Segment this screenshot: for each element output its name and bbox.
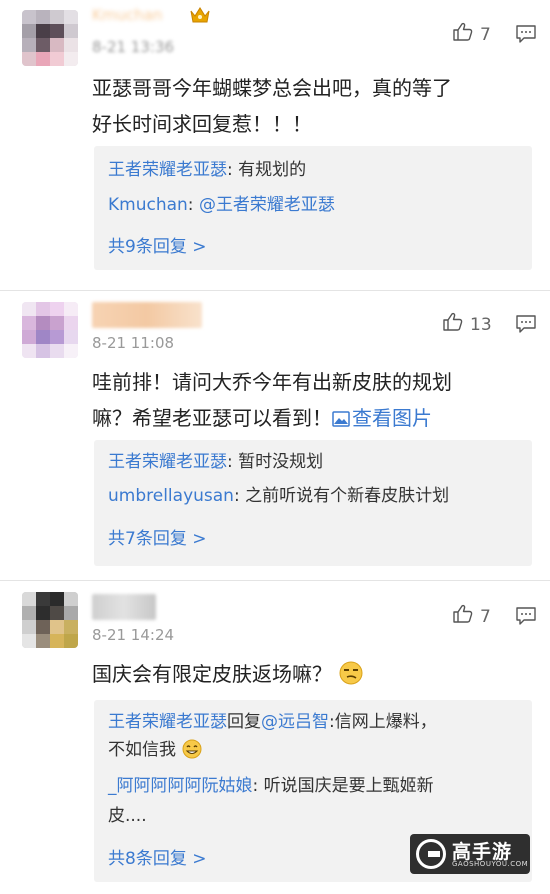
more-replies-link[interactable]: 共7条回复 >	[108, 524, 206, 549]
like-button[interactable]: 7	[452, 22, 491, 47]
sub-comment: 王者荣耀老亚瑟: 有规划的	[108, 160, 307, 180]
thumbs-up-icon	[452, 604, 474, 629]
sub-comment: Kmuchan: @王者荣耀老亚瑟	[108, 195, 335, 215]
sub-comment: 皮....	[108, 806, 147, 826]
sub-comment-author[interactable]: _阿阿阿阿阿阮姑娘	[108, 776, 253, 796]
username[interactable]: Kmuchan	[92, 6, 162, 24]
mention-link[interactable]: @远吕智	[261, 712, 329, 732]
thumbs-up-icon	[442, 312, 464, 337]
sub-comment-author[interactable]: 王者荣耀老亚瑟	[108, 452, 227, 472]
view-image-link[interactable]: 查看图片	[332, 406, 432, 430]
comment-text-line: 亚瑟哥哥今年蝴蝶梦总会出吧，真的等了	[92, 76, 452, 100]
sub-comment-author[interactable]: umbrellayusan	[108, 486, 234, 506]
sub-comment-text: 之前听说有个新春皮肤计划	[245, 486, 450, 506]
sub-comment: _阿阿阿阿阿阮姑娘: 听说国庆是要上甄姬新	[108, 776, 434, 796]
comment-text-line: 哇前排！请问大乔今年有出新皮肤的规划	[92, 370, 452, 394]
username-redacted[interactable]	[92, 302, 202, 328]
sub-comment: 不如信我	[108, 736, 203, 768]
like-button[interactable]: 7	[452, 604, 491, 629]
mention-link[interactable]: @王者荣耀老亚瑟	[199, 195, 335, 215]
more-replies-link[interactable]: 共9条回复 >	[108, 232, 206, 257]
comment-text: 国庆会有限定皮肤返场嘛？	[92, 656, 532, 696]
comment-reply-icon[interactable]	[515, 24, 537, 48]
brand-mark-icon	[416, 839, 446, 869]
grin-emoji-icon	[181, 739, 203, 768]
divider	[0, 580, 550, 581]
comment-timestamp: 8-21 11:08	[92, 334, 175, 352]
sub-comments: 王者荣耀老亚瑟: 暂时没规划 umbrellayusan: 之前听说有个新春皮肤…	[94, 440, 532, 566]
avatar[interactable]	[22, 10, 78, 66]
sub-comment-text: 有规划的	[238, 160, 307, 180]
vip-crown-icon	[190, 6, 210, 28]
like-count: 7	[480, 606, 491, 627]
avatar[interactable]	[22, 592, 78, 648]
comment-text: 亚瑟哥哥今年蝴蝶梦总会出吧，真的等了 好长时间求回复惹！！！	[92, 70, 532, 142]
watermark-domain: GAOSHOUYOU.COM	[452, 860, 529, 868]
comment-text-line: 嘛？希望老亚瑟可以看到！ 查看图片	[92, 406, 432, 430]
thumbs-up-icon	[452, 22, 474, 47]
like-button[interactable]: 13	[442, 312, 492, 337]
divider	[0, 290, 550, 291]
comment-text-line: 好长时间求回复惹！！！	[92, 112, 312, 136]
sub-comment-author[interactable]: Kmuchan	[108, 195, 188, 215]
sub-comment: 王者荣耀老亚瑟回复@远吕智:信网上爆料，	[108, 712, 437, 732]
comment-reply-icon[interactable]	[515, 314, 537, 338]
comment-timestamp: 8-21 14:24	[92, 626, 175, 644]
comment-reply-icon[interactable]	[515, 606, 537, 630]
sub-comment: 王者荣耀老亚瑟: 暂时没规划	[108, 452, 324, 472]
like-count: 13	[470, 314, 492, 335]
sub-comment-author[interactable]: 王者荣耀老亚瑟	[108, 160, 227, 180]
avatar[interactable]	[22, 302, 78, 358]
comment-text: 哇前排！请问大乔今年有出新皮肤的规划 嘛？希望老亚瑟可以看到！ 查看图片	[92, 364, 532, 436]
sub-comment: umbrellayusan: 之前听说有个新春皮肤计划	[108, 486, 450, 506]
watermark-logo: 高手游 GAOSHOUYOU.COM	[410, 834, 530, 874]
sub-comment-text: 暂时没规划	[238, 452, 324, 472]
comment-timestamp: 8-21 13:36	[92, 38, 175, 56]
sub-comments: 王者荣耀老亚瑟: 有规划的 Kmuchan: @王者荣耀老亚瑟 共9条回复 >	[94, 146, 532, 270]
more-replies-link[interactable]: 共8条回复 >	[108, 844, 206, 869]
smirk-emoji-icon	[338, 660, 364, 696]
like-count: 7	[480, 24, 491, 45]
username-redacted[interactable]	[92, 594, 156, 620]
sub-comment-author[interactable]: 王者荣耀老亚瑟	[108, 712, 227, 732]
